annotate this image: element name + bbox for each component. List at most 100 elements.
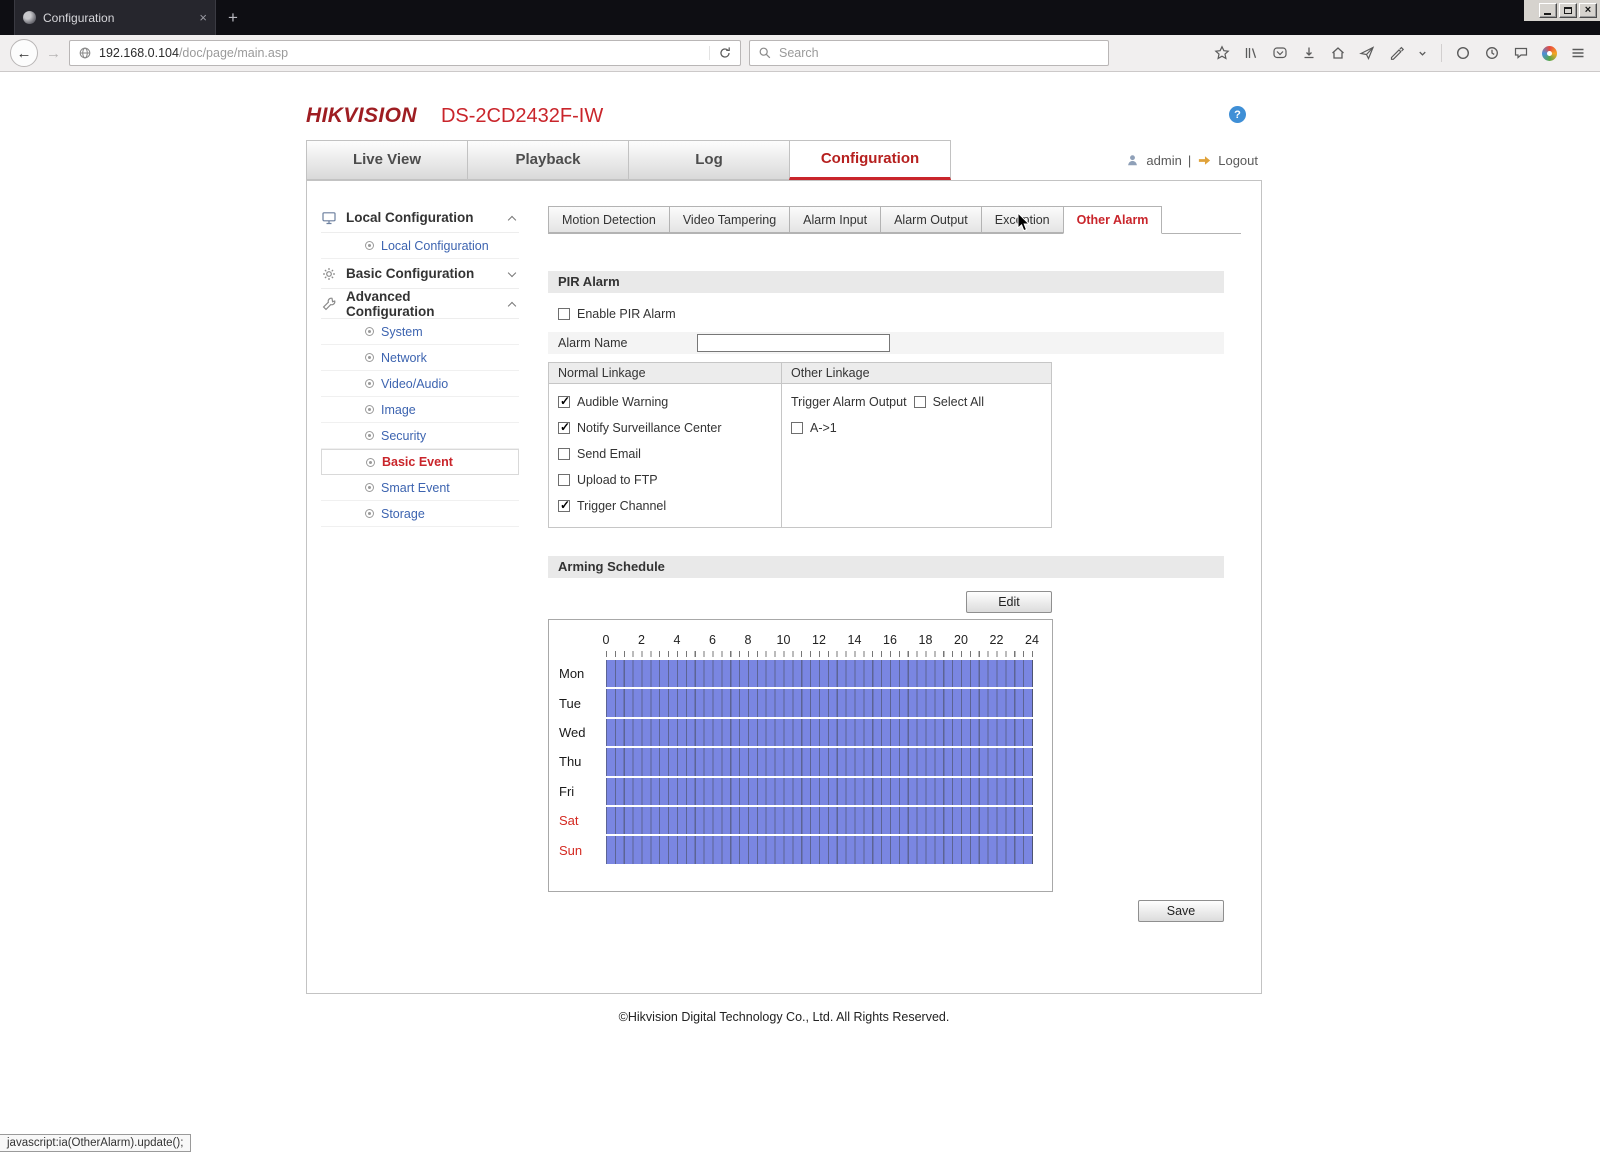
tab-configuration[interactable]: Configuration: [789, 140, 951, 180]
sidebar-item-storage[interactable]: Storage: [321, 501, 519, 527]
downloads-icon[interactable]: [1301, 45, 1317, 61]
subtab-other-alarm[interactable]: Other Alarm: [1062, 206, 1163, 234]
arming-schedule-grid[interactable]: 0 2 4 6 8 10 12 14 16 18 20 22 24 Mon Tu…: [548, 619, 1053, 892]
upload-ftp-checkbox[interactable]: [558, 474, 570, 486]
minimize-button[interactable]: [1539, 3, 1557, 18]
edit-row: Edit: [548, 591, 1052, 613]
sidebar-item-basic-event[interactable]: Basic Event: [321, 449, 519, 475]
schedule-row: Sat: [549, 806, 1052, 835]
hour-label: 12: [812, 633, 826, 647]
new-tab-button[interactable]: +: [228, 8, 238, 28]
schedule-row: Wed: [549, 718, 1052, 747]
search-input[interactable]: [779, 46, 1100, 60]
schedule-day-bar[interactable]: [606, 689, 1033, 717]
schedule-day-bar[interactable]: [606, 748, 1033, 776]
hour-label: 22: [989, 633, 1004, 647]
select-all-label: Select All: [932, 395, 984, 409]
sidebar-item-label: Basic Event: [382, 455, 453, 469]
send-email-checkbox[interactable]: [558, 448, 570, 460]
send-tab-icon[interactable]: [1359, 45, 1375, 61]
sidebar-group-local-configuration[interactable]: Local Configuration: [321, 203, 519, 233]
logout-icon[interactable]: [1197, 153, 1212, 168]
user-area: admin | Logout: [1125, 140, 1258, 180]
schedule-day-bar[interactable]: [606, 806, 1033, 835]
brand-row: HIKVISION DS-2CD2432F-IW ?: [306, 104, 1262, 134]
output-a1-checkbox[interactable]: [791, 422, 803, 434]
subtab-video-tampering[interactable]: Video Tampering: [668, 206, 790, 233]
bullet-icon: [365, 431, 374, 440]
alarm-output-row: A->1: [782, 415, 1051, 441]
edit-button[interactable]: Edit: [966, 591, 1052, 613]
sidebar-group-advanced-configuration[interactable]: Advanced Configuration: [321, 289, 519, 319]
bookmark-star-icon[interactable]: [1214, 45, 1230, 61]
sidebar-item-local-configuration[interactable]: Local Configuration: [321, 233, 519, 259]
extension-icon[interactable]: [1542, 45, 1557, 61]
home-icon[interactable]: [1330, 45, 1346, 61]
linkage-option: Trigger Channel: [549, 493, 781, 519]
subtab-alarm-input[interactable]: Alarm Input: [789, 206, 881, 233]
sidebar-item-security[interactable]: Security: [321, 423, 519, 449]
menu-hamburger-icon[interactable]: [1570, 45, 1586, 61]
highlighter-icon[interactable]: [1388, 45, 1404, 61]
alarm-name-input[interactable]: [697, 334, 890, 352]
schedule-rows: Mon Tue Wed Thu Fri Sat Sun: [549, 660, 1052, 864]
restore-button[interactable]: [1559, 3, 1577, 18]
hour-label: 0: [602, 633, 610, 647]
reload-icon[interactable]: [718, 46, 732, 60]
sidebar-group-basic-configuration[interactable]: Basic Configuration: [321, 259, 519, 289]
save-button[interactable]: Save: [1138, 900, 1224, 922]
trigger-alarm-output-row: Trigger Alarm Output Select All: [782, 389, 1051, 415]
audible-warning-checkbox[interactable]: [558, 394, 570, 408]
logout-link[interactable]: Logout: [1218, 153, 1258, 168]
tab-log[interactable]: Log: [628, 140, 790, 180]
messenger-icon[interactable]: [1513, 45, 1529, 61]
enable-pir-row: Enable PIR Alarm: [558, 305, 1224, 323]
toolbar-icons: [1214, 44, 1590, 62]
trigger-channel-checkbox[interactable]: [558, 498, 570, 512]
close-button[interactable]: ×: [1579, 3, 1597, 18]
window-titlebar: Configuration × + ×: [0, 0, 1600, 35]
hour-label: 8: [744, 633, 752, 647]
select-all-checkbox[interactable]: [913, 396, 926, 408]
schedule-day-bar[interactable]: [606, 836, 1033, 864]
day-label: Mon: [559, 666, 585, 682]
sidebar-item-image[interactable]: Image: [321, 397, 519, 423]
sidebar-item-system[interactable]: System: [321, 319, 519, 345]
subtab-alarm-output[interactable]: Alarm Output: [880, 206, 981, 233]
schedule-day-bar[interactable]: [606, 777, 1033, 805]
linkage-option-label: Send Email: [577, 447, 641, 461]
overflow-chevron-icon[interactable]: [1417, 48, 1428, 59]
address-bar[interactable]: 192.168.0.104/doc/page/main.asp: [69, 40, 741, 66]
library-icon[interactable]: [1243, 45, 1259, 61]
other-linkage-cell: Trigger Alarm Output Select All A->1: [782, 384, 1051, 527]
tab-close-icon[interactable]: ×: [199, 11, 207, 24]
notify-center-checkbox[interactable]: [558, 420, 570, 434]
enable-pir-checkbox[interactable]: [558, 308, 570, 320]
footer-copyright: ©Hikvision Digital Technology Co., Ltd. …: [618, 1010, 950, 1024]
help-button[interactable]: ?: [1229, 106, 1246, 123]
hour-label: 24: [1025, 633, 1039, 647]
back-button[interactable]: ←: [10, 39, 38, 67]
pir-alarm-section-title: PIR Alarm: [548, 271, 1224, 293]
restore-icon: [1564, 7, 1572, 14]
history-clock-icon[interactable]: [1484, 45, 1500, 61]
user-separator: |: [1187, 152, 1192, 168]
close-icon: ×: [1584, 3, 1592, 16]
tab-playback[interactable]: Playback: [467, 140, 629, 180]
day-label: Sun: [559, 842, 583, 858]
search-bar[interactable]: [749, 40, 1109, 66]
sidebar-item-video-audio[interactable]: Video/Audio: [321, 371, 519, 397]
sidebar-item-network[interactable]: Network: [321, 345, 519, 371]
sidebar-item-label: Security: [381, 428, 427, 443]
tab-live-view[interactable]: Live View: [306, 140, 468, 180]
bullet-icon: [365, 405, 374, 414]
subtab-motion-detection[interactable]: Motion Detection: [548, 206, 669, 233]
schedule-day-bar[interactable]: [606, 660, 1033, 688]
browser-tab[interactable]: Configuration ×: [14, 0, 216, 35]
shield-ring-icon[interactable]: [1455, 45, 1471, 61]
pocket-icon[interactable]: [1272, 45, 1288, 61]
schedule-day-bar[interactable]: [606, 718, 1033, 747]
forward-button[interactable]: →: [46, 45, 61, 62]
sidebar-item-smart-event[interactable]: Smart Event: [321, 475, 519, 501]
bullet-icon: [365, 483, 374, 492]
